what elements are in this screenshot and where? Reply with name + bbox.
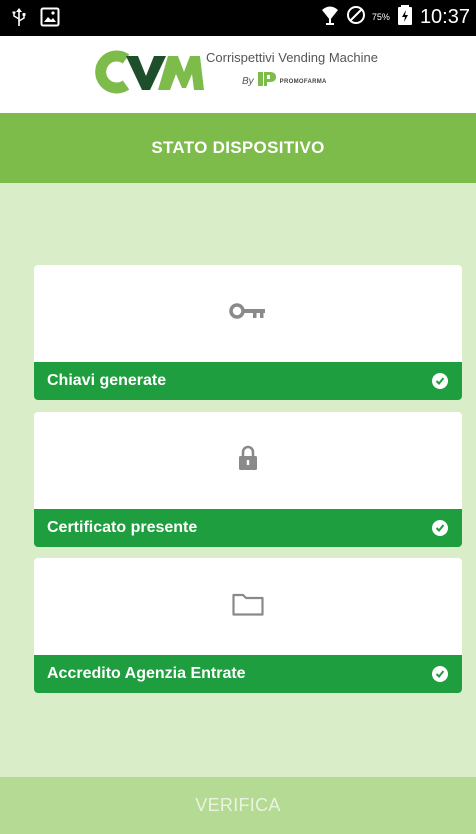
- check-icon: [432, 520, 448, 536]
- title-bar: STATO DISPOSITIVO: [0, 113, 476, 183]
- status-time: 10:37: [419, 6, 470, 28]
- do-not-disturb-icon: [346, 5, 366, 30]
- battery-icon: [396, 4, 414, 31]
- battery-percent: 75%: [371, 12, 390, 22]
- check-icon: [432, 666, 448, 682]
- verify-button[interactable]: VERIFICA: [0, 777, 476, 834]
- status-bar-right: 75% 10:37: [320, 3, 470, 31]
- verify-button-label: VERIFICA: [195, 795, 281, 815]
- status-bar-left: [12, 7, 60, 32]
- promofarma-logo-icon: [257, 72, 276, 91]
- lock-icon: [238, 445, 258, 476]
- status-label: Accredito Agenzia Entrate: [47, 665, 246, 682]
- image-icon: [40, 7, 60, 32]
- status-label: Certificato presente: [47, 519, 198, 536]
- status-card-agenzia: Accredito Agenzia Entrate: [34, 558, 462, 693]
- check-icon: [432, 373, 448, 389]
- status-card-keys: Chiavi generate: [34, 265, 462, 400]
- cvm-logo: [92, 50, 204, 99]
- wifi-icon: [320, 4, 340, 31]
- status-strip: Accredito Agenzia Entrate: [34, 655, 462, 693]
- folder-icon: [232, 592, 264, 621]
- status-bar: 75% 10:37: [0, 0, 476, 36]
- usb-icon: [12, 7, 26, 32]
- status-strip: Certificato presente: [34, 509, 462, 547]
- brand-byline: By PROMOFARMA: [242, 72, 327, 91]
- status-label: Chiavi generate: [47, 372, 167, 389]
- status-card-certificate: Certificato presente: [34, 412, 462, 547]
- page-title: STATO DISPOSITIVO: [151, 138, 325, 157]
- app-name: Corrispettivi Vending Machine: [206, 50, 378, 65]
- by-label: By: [242, 76, 254, 87]
- key-icon: [229, 301, 267, 326]
- status-strip: Chiavi generate: [34, 362, 462, 400]
- brand-name: PROMOFARMA: [279, 78, 327, 85]
- app-header: Corrispettivi Vending Machine By PROMOFA…: [0, 36, 476, 113]
